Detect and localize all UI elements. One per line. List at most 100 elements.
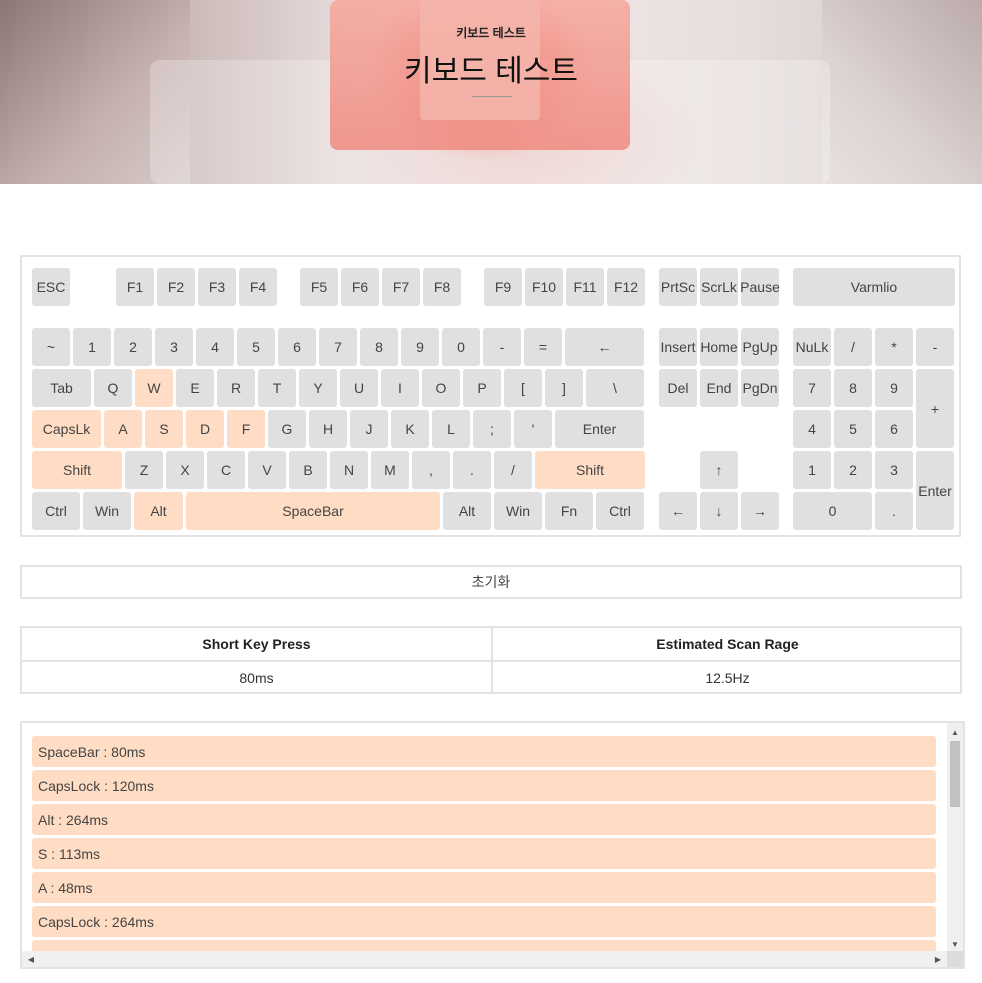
key-fn-1[interactable]: F1: [116, 268, 154, 306]
key-num-8[interactable]: 8: [360, 328, 398, 366]
key-fn-6[interactable]: F6: [341, 268, 379, 306]
key-ctrl-8[interactable]: ←: [659, 492, 697, 530]
scroll-up-icon[interactable]: ▲: [947, 725, 963, 739]
key-shift-13[interactable]: 1: [793, 451, 831, 489]
key-tab-10[interactable]: P: [463, 369, 501, 407]
key-ctrl-6[interactable]: Fn: [545, 492, 593, 530]
key-fn-7[interactable]: F7: [382, 268, 420, 306]
key-num-16[interactable]: PgUp: [741, 328, 779, 366]
key-num-15[interactable]: Home: [700, 328, 738, 366]
key-fn-13[interactable]: PrtSc: [659, 268, 697, 306]
key-tab-4[interactable]: R: [217, 369, 255, 407]
key-num-7[interactable]: 7: [319, 328, 357, 366]
key-num-3[interactable]: 3: [155, 328, 193, 366]
reset-button[interactable]: 초기화: [20, 565, 962, 599]
key-fn-12[interactable]: F12: [607, 268, 645, 306]
key-ctrl-12[interactable]: .: [875, 492, 913, 530]
key-caps-3[interactable]: D: [186, 410, 224, 448]
key-shift-14[interactable]: 2: [834, 451, 872, 489]
key-tab-5[interactable]: T: [258, 369, 296, 407]
scroll-down-icon[interactable]: ▼: [947, 937, 963, 951]
key-num-14[interactable]: Insert: [659, 328, 697, 366]
key-caps-0[interactable]: CapsLk: [32, 410, 101, 448]
key-shift-9[interactable]: .: [453, 451, 491, 489]
key-shift-7[interactable]: M: [371, 451, 409, 489]
key-fn-8[interactable]: F8: [423, 268, 461, 306]
key-tab-12[interactable]: ]: [545, 369, 583, 407]
key-num-12[interactable]: =: [524, 328, 562, 366]
key-num-4[interactable]: 4: [196, 328, 234, 366]
key-fn-0[interactable]: ESC: [32, 268, 70, 306]
vertical-scrollbar[interactable]: ▲ ▼: [947, 723, 963, 953]
key-shift-4[interactable]: V: [248, 451, 286, 489]
key-fn-9[interactable]: F9: [484, 268, 522, 306]
scroll-right-icon[interactable]: ▶: [931, 951, 945, 967]
key-num-11[interactable]: -: [483, 328, 521, 366]
key-caps-7[interactable]: J: [350, 410, 388, 448]
key-caps-13[interactable]: 4: [793, 410, 831, 448]
key-tab-3[interactable]: E: [176, 369, 214, 407]
key-caps-5[interactable]: G: [268, 410, 306, 448]
keypress-log[interactable]: SpaceBar : 80ms CapsLock : 120ms Alt : 264…: [20, 721, 965, 969]
key-ctrl-5[interactable]: Win: [494, 492, 542, 530]
key-fn-15[interactable]: Pause: [740, 268, 780, 306]
key-caps-4[interactable]: F: [227, 410, 265, 448]
key-tab-9[interactable]: O: [422, 369, 460, 407]
key-shift-12[interactable]: ↑: [700, 451, 738, 489]
key-tab-11[interactable]: [: [504, 369, 542, 407]
key-num-13[interactable]: ←: [565, 328, 644, 366]
key-num-17[interactable]: NuLk: [793, 328, 831, 366]
key-ctrl-0[interactable]: Ctrl: [32, 492, 80, 530]
key-fn-16[interactable]: Varmlio: [793, 268, 955, 306]
key-caps-11[interactable]: ': [514, 410, 552, 448]
scrollbar-thumb[interactable]: [950, 741, 960, 807]
key-fn-2[interactable]: F2: [157, 268, 195, 306]
key-num-6[interactable]: 6: [278, 328, 316, 366]
key-shift-15[interactable]: 3: [875, 451, 913, 489]
key-caps-9[interactable]: L: [432, 410, 470, 448]
key-shift-8[interactable]: ,: [412, 451, 450, 489]
key-fn-3[interactable]: F3: [198, 268, 236, 306]
key-tab-7[interactable]: U: [340, 369, 378, 407]
key-num-1[interactable]: 1: [73, 328, 111, 366]
key-tab-1[interactable]: Q: [94, 369, 132, 407]
key-ctrl-1[interactable]: Win: [83, 492, 131, 530]
key-num-20[interactable]: -: [916, 328, 954, 366]
key-fn-14[interactable]: ScrLk: [700, 268, 738, 306]
key-shift-3[interactable]: C: [207, 451, 245, 489]
key-caps-8[interactable]: K: [391, 410, 429, 448]
key-tab-0[interactable]: Tab: [32, 369, 91, 407]
key-shift-6[interactable]: N: [330, 451, 368, 489]
key-shift-2[interactable]: X: [166, 451, 204, 489]
key-ctrl-3[interactable]: SpaceBar: [186, 492, 440, 530]
scroll-left-icon[interactable]: ◀: [24, 951, 38, 967]
key-shift-16[interactable]: Enter: [916, 451, 954, 530]
key-tab-18[interactable]: 8: [834, 369, 872, 407]
key-tab-13[interactable]: \: [586, 369, 644, 407]
key-num-10[interactable]: 0: [442, 328, 480, 366]
key-fn-11[interactable]: F11: [566, 268, 604, 306]
key-fn-10[interactable]: F10: [525, 268, 563, 306]
key-caps-15[interactable]: 6: [875, 410, 913, 448]
key-tab-20[interactable]: +: [916, 369, 954, 448]
key-caps-1[interactable]: A: [104, 410, 142, 448]
key-num-9[interactable]: 9: [401, 328, 439, 366]
key-shift-0[interactable]: Shift: [32, 451, 122, 489]
key-shift-11[interactable]: Shift: [535, 451, 645, 489]
key-shift-5[interactable]: B: [289, 451, 327, 489]
key-ctrl-9[interactable]: ↓: [700, 492, 738, 530]
key-tab-6[interactable]: Y: [299, 369, 337, 407]
key-num-18[interactable]: /: [834, 328, 872, 366]
key-tab-16[interactable]: PgDn: [741, 369, 779, 407]
key-shift-10[interactable]: /: [494, 451, 532, 489]
key-ctrl-11[interactable]: 0: [793, 492, 872, 530]
key-fn-4[interactable]: F4: [239, 268, 277, 306]
key-ctrl-4[interactable]: Alt: [443, 492, 491, 530]
key-num-2[interactable]: 2: [114, 328, 152, 366]
key-fn-5[interactable]: F5: [300, 268, 338, 306]
key-tab-8[interactable]: I: [381, 369, 419, 407]
key-tab-19[interactable]: 9: [875, 369, 913, 407]
key-ctrl-2[interactable]: Alt: [134, 492, 183, 530]
key-ctrl-10[interactable]: →: [741, 492, 779, 530]
key-caps-10[interactable]: ;: [473, 410, 511, 448]
